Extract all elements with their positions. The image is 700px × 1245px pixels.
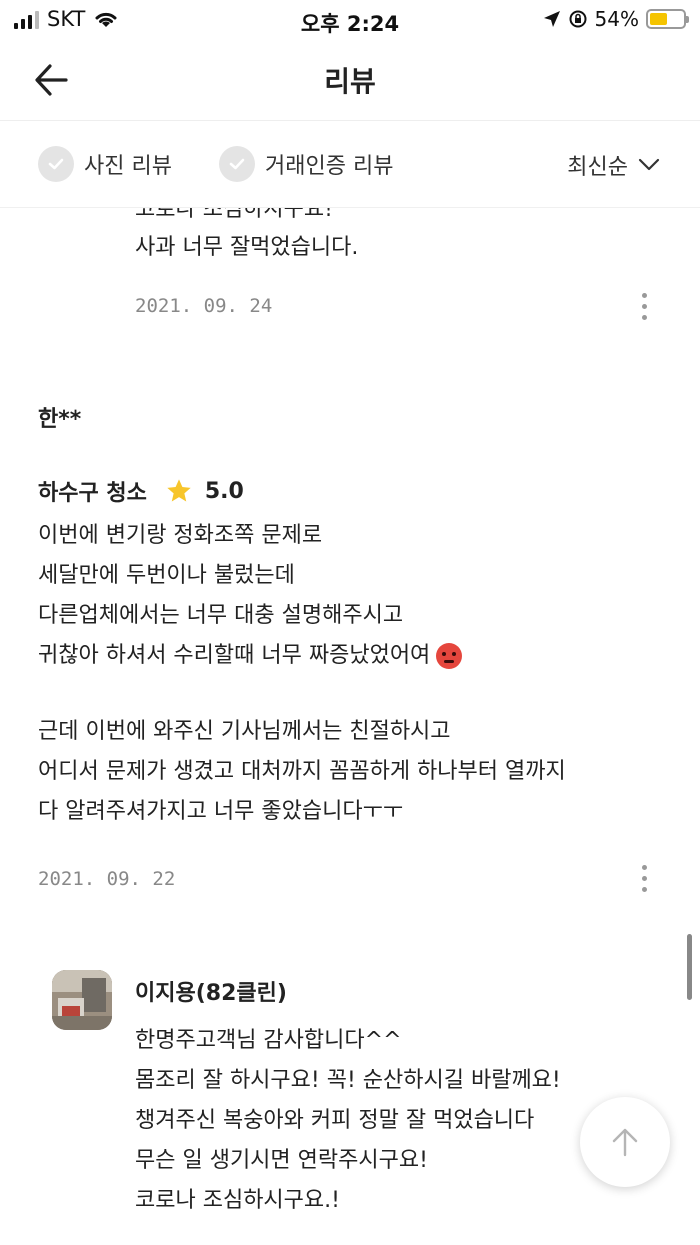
star-icon xyxy=(167,479,191,502)
reply-line: 코로나 조심하시구요.! xyxy=(135,1188,340,1213)
more-options-icon[interactable] xyxy=(640,865,648,892)
review-line: 세달만에 두번이나 불렀는데 xyxy=(38,563,295,588)
previous-review-date: 2021. 09. 24 xyxy=(135,295,273,317)
scroll-to-top-button[interactable] xyxy=(580,1097,670,1187)
previous-review-text: 사과 너무 잘먹었습니다. xyxy=(135,235,359,260)
location-icon xyxy=(543,11,560,27)
battery-percent: 54% xyxy=(594,7,639,31)
more-options-icon[interactable] xyxy=(640,293,648,320)
page-title: 리뷰 xyxy=(324,65,376,98)
angry-face-icon xyxy=(436,643,463,669)
photo-review-label: 사진 리뷰 xyxy=(84,154,172,179)
review-line: 근데 이번에 와주신 기사님께서는 친절하시고 xyxy=(38,719,451,744)
chevron-down-icon xyxy=(638,158,660,171)
sort-label: 최신순 xyxy=(567,155,628,180)
review-line-with-emoji: 귀찮아 하셔서 수리할때 너무 짜증났었어여 xyxy=(38,637,463,675)
check-icon xyxy=(219,146,255,182)
review-author: 한** xyxy=(38,407,82,432)
review-line: 귀찮아 하셔서 수리할때 너무 짜증났었어여 xyxy=(38,643,431,668)
avatar xyxy=(52,970,112,1030)
sort-dropdown[interactable]: 최신순 xyxy=(567,149,660,181)
reply-line: 무슨 일 생기시면 연락주시구요! xyxy=(135,1148,428,1173)
review-line: 어디서 문제가 생겼고 대처까지 꼼꼼하게 하나부터 열까지 xyxy=(38,759,566,784)
scrollbar[interactable] xyxy=(687,934,692,1000)
review-line: 다른업체에서는 너무 대충 설명해주시고 xyxy=(38,603,404,628)
verified-review-filter[interactable]: 거래인증 리뷰 xyxy=(219,143,393,185)
check-icon xyxy=(38,146,74,182)
reply-line: 한명주고객님 감사합니다^^ xyxy=(135,1028,402,1053)
rotation-lock-icon xyxy=(569,10,587,28)
previous-review-cut-line: 코로나 조심하시구요! xyxy=(135,207,333,222)
review-service-rating: 하수구 청소 5.0 xyxy=(38,475,244,507)
status-bar: SKT 오후 2:24 54% xyxy=(0,0,700,40)
rating-value: 5.0 xyxy=(204,478,244,504)
reply-line: 몸조리 잘 하시구요! 꼭! 순산하시길 바랄께요! xyxy=(135,1068,561,1093)
status-right: 54% xyxy=(543,7,689,31)
review-list[interactable]: 코로나 조심하시구요! 사과 너무 잘먹었습니다. 2021. 09. 24 한… xyxy=(0,207,700,1245)
reply-author: 이지용(82클린) xyxy=(135,981,287,1006)
battery-icon xyxy=(646,9,689,29)
verified-review-label: 거래인증 리뷰 xyxy=(265,154,394,179)
photo-review-filter[interactable]: 사진 리뷰 xyxy=(38,143,172,185)
review-date: 2021. 09. 22 xyxy=(38,868,176,890)
app-header: 리뷰 xyxy=(0,40,700,121)
arrow-up-icon xyxy=(612,1128,638,1157)
reply-line: 챙겨주신 복숭아와 커피 정말 잘 먹었습니다 xyxy=(135,1108,535,1133)
review-line: 이번에 변기랑 정화조쪽 문제로 xyxy=(38,523,323,548)
service-name: 하수구 청소 xyxy=(38,481,147,506)
filter-bar: 사진 리뷰 거래인증 리뷰 최신순 xyxy=(0,121,700,208)
review-line: 다 알려주셔가지고 너무 좋았습니다ㅜㅜ xyxy=(38,799,404,824)
